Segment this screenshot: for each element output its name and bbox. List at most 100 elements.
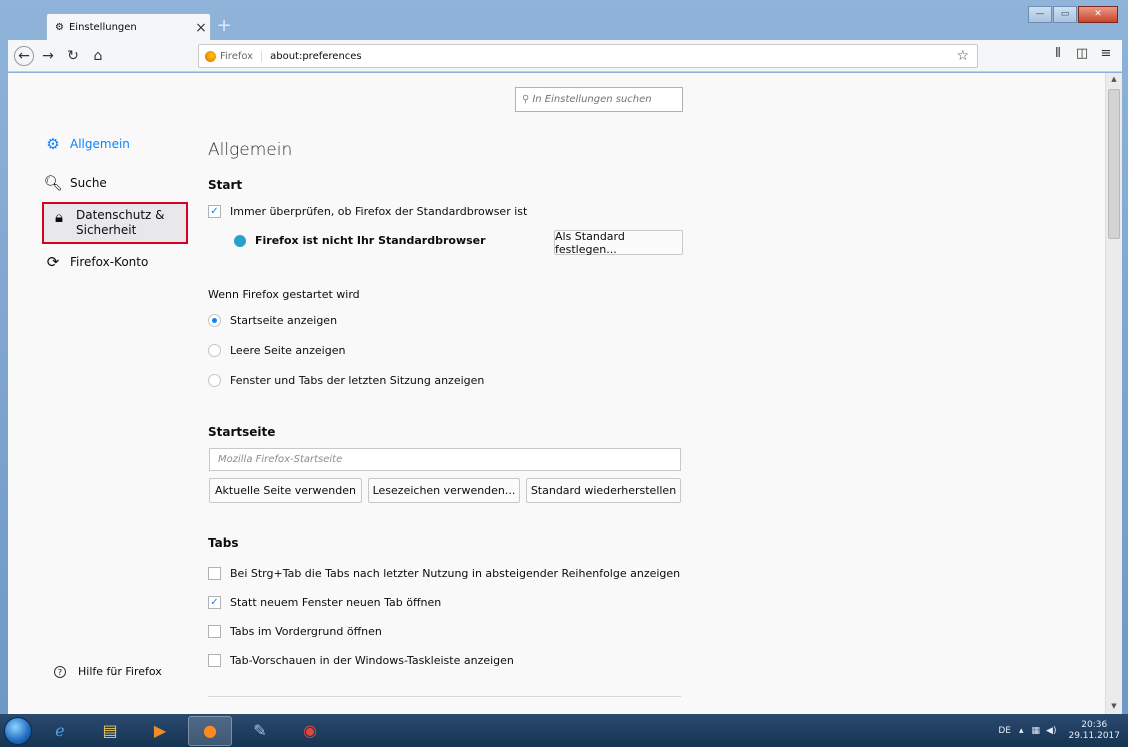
tabs-option-new-tab[interactable]: ✓ Statt neuem Fenster neuen Tab öffnen	[208, 596, 441, 609]
checkbox[interactable]	[208, 625, 221, 638]
title-bar: ⚙ Einstellungen × + — ▭ ✕	[0, 0, 1128, 41]
sync-icon: ⟳	[46, 253, 60, 271]
clock[interactable]: 20:36 29.11.2017	[1068, 720, 1120, 742]
radio-label: Startseite anzeigen	[230, 314, 338, 327]
search-input[interactable]: ⚲ In Einstellungen suchen	[515, 87, 683, 112]
check-default-label: Immer überprüfen, ob Firefox der Standar…	[230, 205, 528, 218]
scroll-up-icon[interactable]: ▲	[1106, 75, 1122, 83]
language-indicator[interactable]: DE	[998, 726, 1011, 736]
sidebar-icon[interactable]: ◫	[1070, 46, 1094, 61]
checkbox-label: Tab-Vorschauen in der Windows-Taskleiste…	[230, 654, 514, 667]
taskbar: ℯ ▤ ▶ ● ✎ ◉ DE ▴ ▦ ◀) 20:36 29.11.2017	[0, 714, 1128, 747]
scrollbar-thumb[interactable]	[1108, 89, 1120, 239]
forward-button[interactable]: →	[37, 45, 59, 67]
use-bookmark-button[interactable]: Lesezeichen verwenden...	[368, 478, 520, 503]
preferences-page: ⚲ In Einstellungen suchen ⚙ Allgemein 🔍︎…	[8, 73, 1122, 714]
section-divider	[208, 696, 681, 697]
on-start-label: Wenn Firefox gestartet wird	[208, 288, 360, 301]
clock-time: 20:36	[1081, 719, 1108, 730]
bookmark-star-icon[interactable]: ☆	[956, 48, 969, 64]
tabs-option-ctrl-tab[interactable]: Bei Strg+Tab die Tabs nach letzter Nutzu…	[208, 567, 680, 580]
sidebar-item-allgemein[interactable]: ⚙ Allgemein	[42, 135, 192, 153]
new-tab-button[interactable]: +	[213, 15, 235, 37]
radio-letzte-sitzung[interactable]: Fenster und Tabs der letzten Sitzung anz…	[208, 374, 484, 387]
search-icon: 🔍︎	[43, 174, 63, 192]
explorer-icon[interactable]: ▤	[88, 716, 132, 746]
radio-label: Leere Seite anzeigen	[230, 344, 346, 357]
window-controls: — ▭ ✕	[1027, 6, 1118, 23]
set-default-button[interactable]: Als Standard festlegen...	[554, 230, 683, 256]
tray-expand-icon[interactable]: ▴	[1019, 726, 1024, 736]
radio-startseite[interactable]: Startseite anzeigen	[208, 314, 337, 327]
url-identity: Firefox	[220, 50, 263, 62]
gear-icon: ⚙	[46, 135, 60, 153]
maximize-button[interactable]: ▭	[1053, 6, 1077, 23]
check-default-checkbox[interactable]: ✓	[208, 205, 221, 218]
check-default-row[interactable]: ✓ Immer überprüfen, ob Firefox der Stand…	[208, 205, 527, 218]
checkbox[interactable]	[208, 654, 221, 667]
radio-button[interactable]	[208, 314, 221, 327]
start-button[interactable]	[4, 716, 32, 745]
clock-date: 29.11.2017	[1068, 730, 1120, 741]
sidebar-item-firefox-konto[interactable]: ⟳ Firefox-Konto	[42, 253, 192, 271]
toolbar-right: ⫴ ◫ ≡	[1046, 46, 1118, 61]
sidebar-item-suche[interactable]: 🔍︎ Suche	[42, 174, 192, 192]
radio-label: Fenster und Tabs der letzten Sitzung anz…	[230, 374, 485, 387]
checkbox-label: Bei Strg+Tab die Tabs nach letzter Nutzu…	[230, 567, 681, 580]
search-placeholder: In Einstellungen suchen	[532, 94, 652, 105]
help-icon: ?	[54, 665, 66, 678]
url-text[interactable]: about:preferences	[270, 51, 362, 62]
back-button[interactable]: ←	[14, 45, 34, 66]
volume-icon[interactable]: ◀)	[1046, 726, 1056, 736]
nav-bar: ← → ↻ ⌂ Firefox about:preferences ☆ ⫴ ◫ …	[8, 40, 1122, 72]
default-status: Firefox ist nicht Ihr Standardbrowser	[208, 234, 486, 247]
url-bar[interactable]: Firefox about:preferences ☆	[198, 44, 978, 68]
gear-icon: ⚙	[55, 22, 64, 33]
sidebar-item-label: Firefox-Konto	[70, 255, 149, 269]
media-player-icon[interactable]: ▶	[138, 716, 182, 746]
minimize-button[interactable]: —	[1028, 6, 1052, 23]
section-heading-start: Start	[208, 178, 243, 192]
ie-icon[interactable]: ℯ	[38, 716, 82, 746]
library-icon[interactable]: ⫴	[1046, 46, 1070, 61]
radio-leere-seite[interactable]: Leere Seite anzeigen	[208, 344, 345, 357]
menu-icon[interactable]: ≡	[1094, 46, 1118, 61]
scroll-down-icon[interactable]: ▼	[1106, 702, 1122, 710]
tabs-option-previews[interactable]: Tab-Vorschauen in der Windows-Taskleiste…	[208, 654, 514, 667]
section-heading-startseite: Startseite	[208, 425, 276, 439]
use-current-page-button[interactable]: Aktuelle Seite verwenden	[209, 478, 362, 503]
help-link[interactable]: ? Hilfe für Firefox	[54, 665, 162, 678]
checkbox-label: Statt neuem Fenster neuen Tab öffnen	[230, 596, 442, 609]
lock-icon: 🔒︎	[55, 208, 63, 226]
tabs-option-foreground[interactable]: Tabs im Vordergrund öffnen	[208, 625, 382, 638]
sidebar-item-label: Suche	[70, 176, 107, 190]
restore-default-button[interactable]: Standard wiederherstellen	[526, 478, 681, 503]
homepage-input[interactable]: Mozilla Firefox-Startseite	[209, 448, 681, 471]
radio-button[interactable]	[208, 344, 221, 357]
chrome-icon[interactable]: ◉	[288, 716, 332, 746]
default-status-label: Firefox ist nicht Ihr Standardbrowser	[255, 234, 486, 247]
checkbox[interactable]	[208, 567, 221, 580]
home-button[interactable]: ⌂	[87, 45, 109, 67]
firefox-icon	[205, 50, 216, 62]
sidebar-item-datenschutz[interactable]: 🔒︎ Datenschutz & Sicherheit	[42, 202, 188, 244]
tab-title: Einstellungen	[68, 22, 137, 33]
close-window-button[interactable]: ✕	[1078, 6, 1118, 23]
checkbox[interactable]: ✓	[208, 596, 221, 609]
checkbox-label: Tabs im Vordergrund öffnen	[230, 625, 382, 638]
reload-button[interactable]: ↻	[62, 45, 84, 67]
page-title: Allgemein	[208, 140, 293, 160]
search-icon: ⚲	[522, 94, 530, 105]
network-icon[interactable]: ▦	[1032, 726, 1041, 736]
sidebar-item-label: Allgemein	[70, 137, 130, 151]
tab-einstellungen[interactable]: ⚙ Einstellungen ×	[46, 13, 211, 41]
vertical-scrollbar[interactable]: ▲ ▼	[1105, 73, 1122, 714]
section-heading-tabs: Tabs	[208, 536, 239, 550]
tab-close-icon[interactable]: ×	[192, 20, 210, 36]
help-label: Hilfe für Firefox	[78, 665, 162, 678]
firefox-taskbar-icon[interactable]: ●	[188, 715, 232, 746]
paint-icon[interactable]: ✎	[238, 716, 282, 746]
browser-window: ⚙ Einstellungen × + — ▭ ✕ ← → ↻ ⌂ Firefo…	[0, 0, 1128, 714]
system-tray: DE ▴ ▦ ◀) 20:36 29.11.2017	[998, 714, 1120, 747]
radio-button[interactable]	[208, 374, 221, 387]
